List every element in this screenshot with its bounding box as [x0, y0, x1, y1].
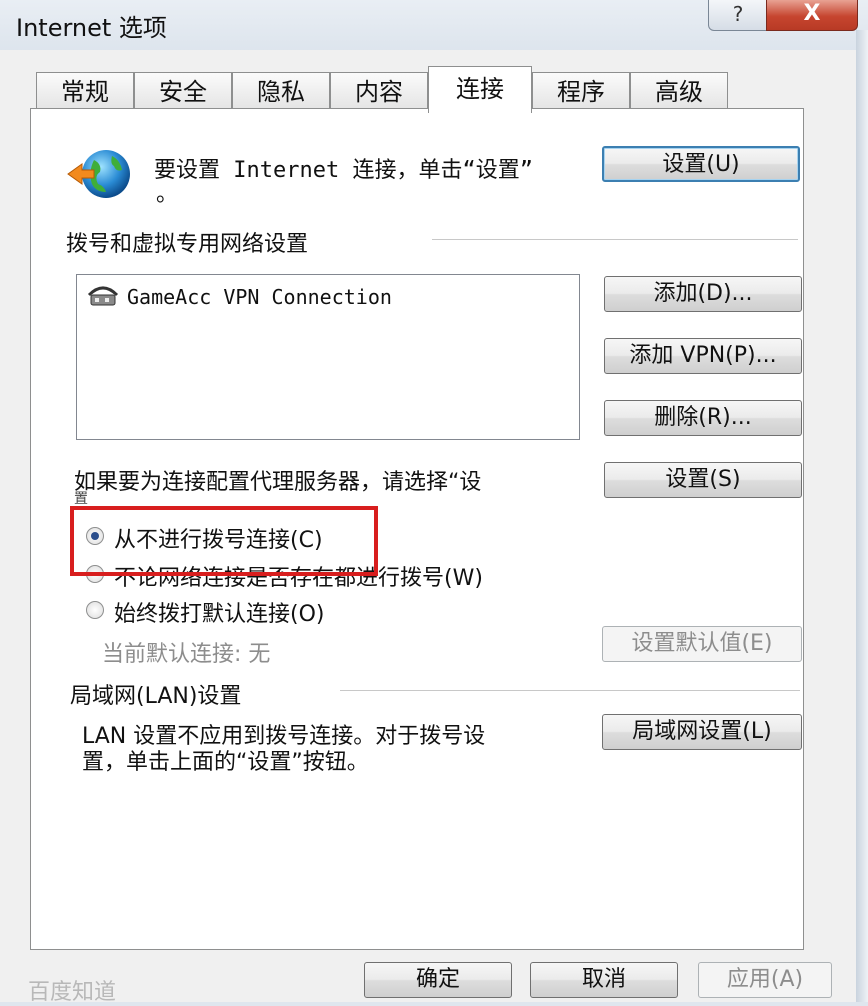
lan-section-label: 局域网(LAN)设置 [70, 684, 242, 709]
dial-option-always[interactable]: 始终拨打默认连接(O) [84, 594, 384, 627]
list-item[interactable]: GameAcc VPN Connection [83, 283, 573, 311]
ok-button[interactable]: 确定 [364, 962, 512, 998]
current-default-connection: 当前默认连接: 无 [102, 642, 271, 667]
annotation-highlight [70, 506, 378, 576]
proxy-settings-button[interactable]: 设置(S) [604, 462, 802, 498]
watermark: 百度知道 [28, 980, 117, 1005]
setup-button[interactable]: 设置(U) [602, 146, 800, 182]
connection-name: GameAcc VPN Connection [127, 285, 392, 309]
globe-connect-icon [67, 150, 130, 198]
add-vpn-button[interactable]: 添加 VPN(P)... [604, 338, 802, 374]
setup-instruction-end: 。 [156, 182, 179, 207]
lan-settings-button[interactable]: 局域网设置(L) [602, 714, 802, 750]
lan-divider [340, 690, 800, 692]
dialup-divider [432, 239, 798, 241]
setup-instruction: 要设置 Internet 连接，单击“设置” [154, 158, 533, 183]
proxy-instruction-overflow: 置 [74, 491, 88, 507]
set-default-button[interactable]: 设置默认值(E) [602, 626, 802, 662]
apply-button[interactable]: 应用(A) [698, 962, 832, 998]
connection-list[interactable]: GameAcc VPN Connection [76, 274, 580, 440]
proxy-instruction: 如果要为连接配置代理服务器，请选择“设 [74, 470, 482, 495]
cancel-button[interactable]: 取消 [530, 962, 678, 998]
dial-option-label: 始终拨打默认连接(O) [114, 602, 325, 627]
vpn-connection-icon [87, 286, 119, 306]
add-connection-button[interactable]: 添加(D)... [604, 276, 802, 312]
lan-instruction-line2: 置，单击上面的“设置”按钮。 [82, 750, 369, 775]
remove-connection-button[interactable]: 删除(R)... [604, 400, 802, 436]
dialup-section-label: 拨号和虚拟专用网络设置 [66, 232, 309, 257]
radio-button[interactable] [86, 601, 104, 619]
